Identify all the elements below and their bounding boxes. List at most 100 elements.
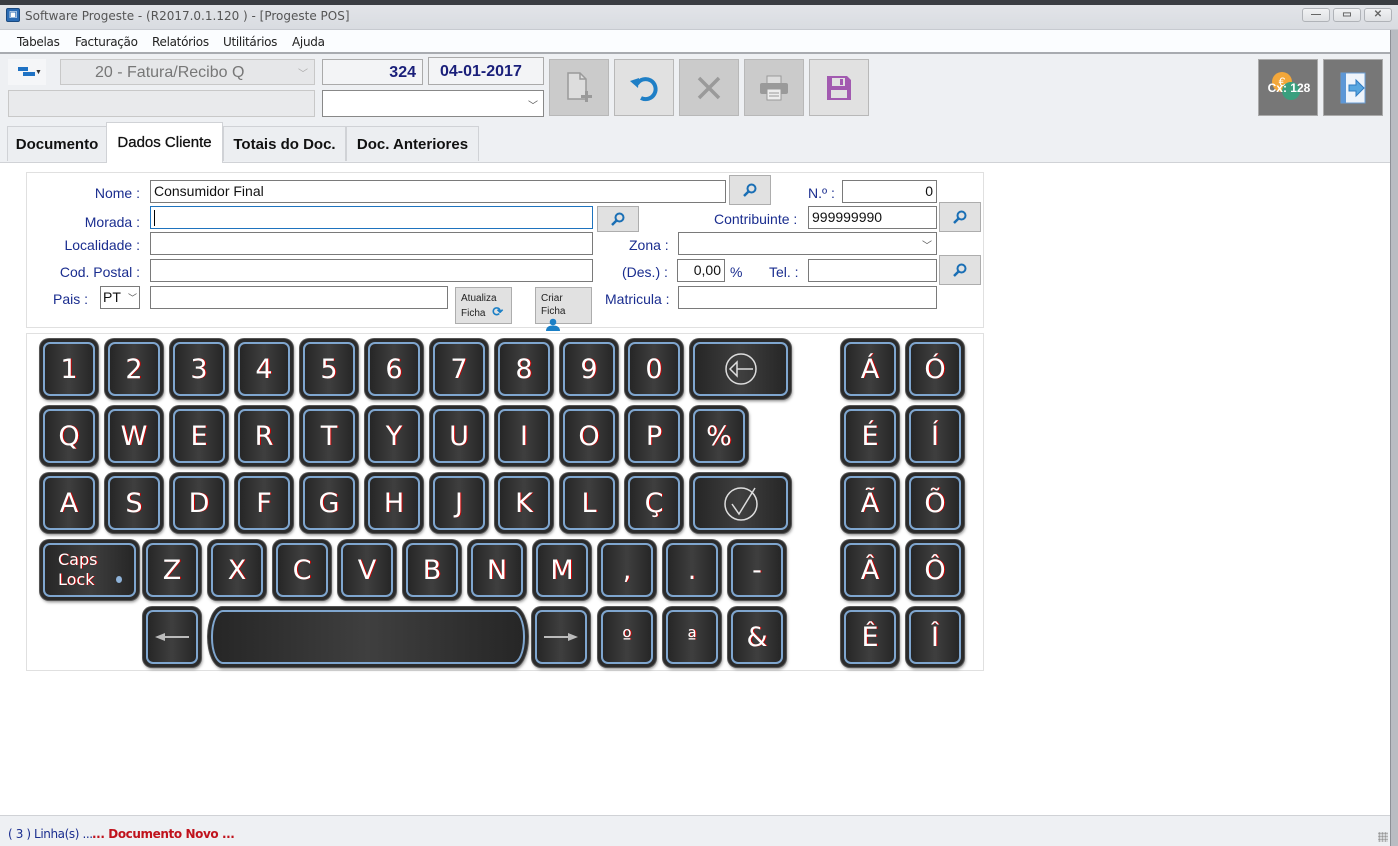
matricula-input[interactable] xyxy=(678,286,937,309)
tab-totais-doc[interactable]: Totais do Doc. xyxy=(223,126,346,161)
key-Y[interactable]: Y xyxy=(365,406,423,466)
key-Q[interactable]: Q xyxy=(40,406,98,466)
search-tel-button[interactable] xyxy=(939,255,981,285)
arrow-right-key[interactable] xyxy=(532,607,590,667)
key-C[interactable]: C xyxy=(273,540,331,600)
caps-lock-key[interactable]: Caps Lock xyxy=(40,540,139,600)
key-comma[interactable]: , xyxy=(598,540,656,600)
key-U[interactable]: U xyxy=(430,406,488,466)
pais-select[interactable]: PT ﹀ xyxy=(100,286,140,309)
key-Z[interactable]: Z xyxy=(143,540,201,600)
key-A[interactable]: A xyxy=(40,473,98,533)
close-button[interactable]: ✕ xyxy=(1364,8,1392,22)
key-P[interactable]: P xyxy=(625,406,683,466)
document-type-select[interactable]: 20 - Fatura/Recibo Q ﹀ xyxy=(60,59,315,85)
key-ordinal-o[interactable]: º xyxy=(598,607,656,667)
key-accent-Î[interactable]: Î xyxy=(906,607,964,667)
key-G[interactable]: G xyxy=(300,473,358,533)
secondary-select[interactable]: ﹀ xyxy=(322,90,544,117)
search-contribuinte-button[interactable] xyxy=(939,202,981,232)
localidade-input[interactable] xyxy=(150,232,593,255)
key-accent-Â[interactable]: Â xyxy=(841,540,899,600)
menu-utilitarios[interactable]: Utilitários xyxy=(223,35,277,49)
key-ampersand[interactable]: & xyxy=(728,607,786,667)
key-accent-Ô[interactable]: Ô xyxy=(906,540,964,600)
key-F[interactable]: F xyxy=(235,473,293,533)
key-period[interactable]: . xyxy=(663,540,721,600)
desconto-input[interactable]: 0,00 xyxy=(677,259,725,282)
key-0[interactable]: 0 xyxy=(625,339,683,399)
key-accent-Á[interactable]: Á xyxy=(841,339,899,399)
key-H[interactable]: H xyxy=(365,473,423,533)
key-accent-Ã[interactable]: Ã xyxy=(841,473,899,533)
key-4[interactable]: 4 xyxy=(235,339,293,399)
key-accent-Í[interactable]: Í xyxy=(906,406,964,466)
key-M[interactable]: M xyxy=(533,540,591,600)
minimize-button[interactable]: — xyxy=(1302,8,1330,22)
key-6[interactable]: 6 xyxy=(365,339,423,399)
new-document-button[interactable] xyxy=(549,59,609,116)
tel-input[interactable] xyxy=(808,259,937,282)
morada-input[interactable] xyxy=(150,206,593,229)
key-7[interactable]: 7 xyxy=(430,339,488,399)
key-T[interactable]: T xyxy=(300,406,358,466)
key-N[interactable]: N xyxy=(468,540,526,600)
key-ordinal-a[interactable]: ª xyxy=(663,607,721,667)
atualiza-ficha-button[interactable]: Atualiza Ficha ⟳ xyxy=(455,287,512,324)
key-9[interactable]: 9 xyxy=(560,339,618,399)
cash-register-button[interactable]: € Cx: 128 xyxy=(1258,59,1318,116)
tab-dados-cliente[interactable]: Dados Cliente xyxy=(106,122,223,163)
tab-documento[interactable]: Documento xyxy=(7,126,107,161)
search-nome-button[interactable] xyxy=(729,175,771,205)
key-S[interactable]: S xyxy=(105,473,163,533)
pais-extra-input[interactable] xyxy=(150,286,448,309)
criar-ficha-button[interactable]: Criar Ficha xyxy=(535,287,592,331)
cod-postal-input[interactable] xyxy=(150,259,593,282)
key-3[interactable]: 3 xyxy=(170,339,228,399)
space-key[interactable] xyxy=(208,607,528,667)
key-accent-Ó[interactable]: Ó xyxy=(906,339,964,399)
backspace-key[interactable] xyxy=(690,339,791,399)
contribuinte-input[interactable]: 999999990 xyxy=(808,206,937,229)
zona-select[interactable]: ﹀ xyxy=(678,232,937,255)
resize-grip[interactable] xyxy=(1378,832,1388,842)
delete-button[interactable] xyxy=(679,59,739,116)
save-button[interactable] xyxy=(809,59,869,116)
maximize-button[interactable]: ▭ xyxy=(1333,8,1361,22)
nome-input[interactable]: Consumidor Final xyxy=(150,180,726,203)
key-W[interactable]: W xyxy=(105,406,163,466)
enter-key[interactable] xyxy=(690,473,791,533)
key-accent-Ê[interactable]: Ê xyxy=(841,607,899,667)
menu-ajuda[interactable]: Ajuda xyxy=(292,35,325,49)
tab-doc-anteriores[interactable]: Doc. Anteriores xyxy=(346,126,479,161)
key-X[interactable]: X xyxy=(208,540,266,600)
key-R[interactable]: R xyxy=(235,406,293,466)
key-8[interactable]: 8 xyxy=(495,339,553,399)
key-accent-É[interactable]: É xyxy=(841,406,899,466)
layout-menu-button[interactable]: ▼ xyxy=(8,59,46,85)
key-I[interactable]: I xyxy=(495,406,553,466)
key-minus[interactable]: - xyxy=(728,540,786,600)
key-1[interactable]: 1 xyxy=(40,339,98,399)
key-K[interactable]: K xyxy=(495,473,553,533)
menu-relatorios[interactable]: Relatórios xyxy=(152,35,209,49)
key-percent[interactable]: % xyxy=(690,406,748,466)
arrow-left-key[interactable] xyxy=(143,607,201,667)
key-B[interactable]: B xyxy=(403,540,461,600)
exit-button[interactable] xyxy=(1323,59,1383,116)
key-L[interactable]: L xyxy=(560,473,618,533)
key-5[interactable]: 5 xyxy=(300,339,358,399)
menu-tabelas[interactable]: Tabelas xyxy=(17,35,60,49)
key-O[interactable]: O xyxy=(560,406,618,466)
key-2[interactable]: 2 xyxy=(105,339,163,399)
menu-facturacao[interactable]: Facturação xyxy=(75,35,138,49)
undo-button[interactable] xyxy=(614,59,674,116)
key-E[interactable]: E xyxy=(170,406,228,466)
key-D[interactable]: D xyxy=(170,473,228,533)
search-morada-button[interactable] xyxy=(597,206,639,232)
key-V[interactable]: V xyxy=(338,540,396,600)
key-c-cedilla[interactable]: Ç xyxy=(625,473,683,533)
print-button[interactable] xyxy=(744,59,804,116)
key-accent-Õ[interactable]: Õ xyxy=(906,473,964,533)
key-J[interactable]: J xyxy=(430,473,488,533)
